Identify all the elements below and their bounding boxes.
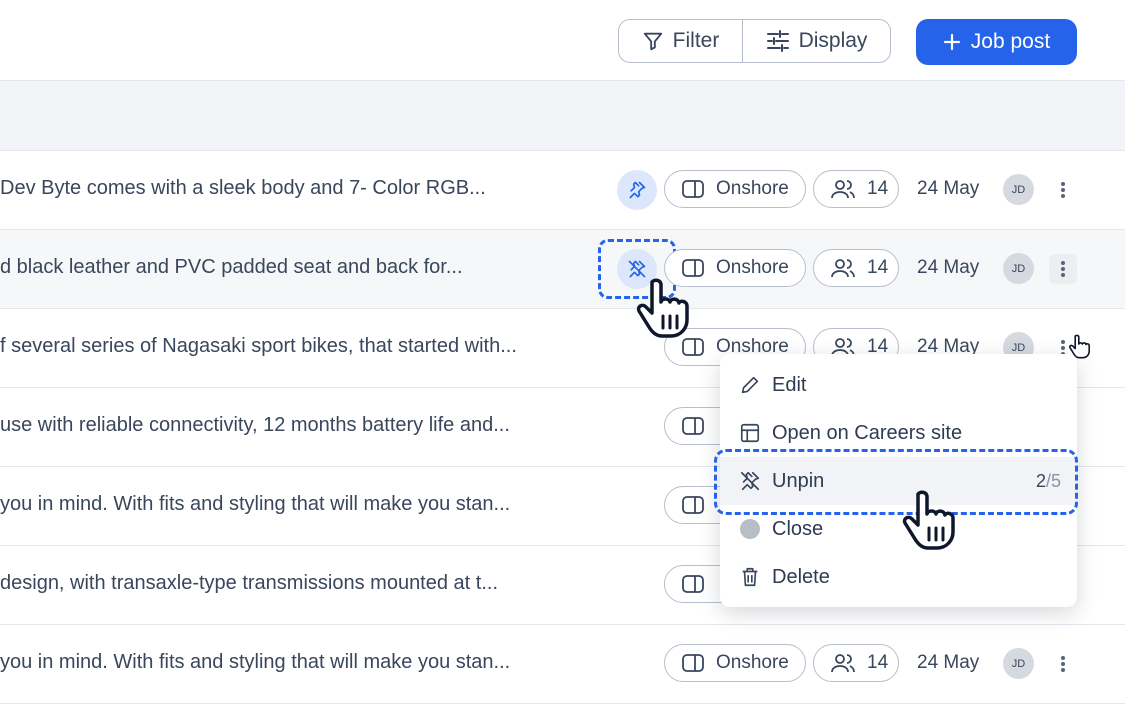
row-description: you in mind. With fits and styling that … [0, 493, 511, 515]
layout-icon [738, 422, 762, 444]
menu-item-label: Edit [772, 373, 807, 396]
location-icon [682, 574, 704, 594]
row-menu-button[interactable] [1049, 254, 1077, 284]
menu-item-edit[interactable]: Edit [720, 361, 1077, 409]
applicants-tag: 14 [813, 170, 899, 208]
kebab-icon [1060, 655, 1066, 673]
hand-cursor-icon [900, 488, 960, 552]
location-icon [682, 495, 704, 515]
sliders-icon [766, 30, 790, 52]
avatar: JD [1003, 648, 1034, 679]
job-post-label: Job post [970, 30, 1051, 53]
row-description: Dev Byte comes with a sleek body and 7- … [0, 177, 486, 199]
row-date: 24 May [917, 178, 980, 199]
pencil-icon [738, 374, 762, 396]
avatar: JD [1003, 174, 1034, 205]
menu-item-label: Close [772, 517, 824, 540]
menu-item-label: Open on Careers site [772, 421, 963, 444]
location-label: Onshore [716, 652, 789, 673]
filter-button[interactable]: Filter [619, 20, 743, 62]
pin-button[interactable] [617, 170, 657, 210]
location-icon [682, 653, 704, 673]
location-label: Onshore [716, 178, 789, 199]
unpin-focus-outline [714, 449, 1078, 515]
applicants-count: 14 [867, 257, 889, 278]
location-icon [682, 337, 704, 357]
location-tag: Onshore [664, 170, 806, 208]
applicants-tag: 14 [813, 644, 899, 682]
trash-icon [738, 566, 762, 588]
menu-item-label: Delete [772, 565, 830, 588]
table-row[interactable]: d black leather and PVC padded seat and … [0, 230, 1125, 309]
plus-icon [943, 33, 961, 51]
status-dot-icon [738, 519, 762, 539]
users-icon [831, 653, 855, 673]
table-row[interactable]: you in mind. With fits and styling that … [0, 625, 1125, 704]
applicants-tag: 14 [813, 249, 899, 287]
display-label: Display [798, 29, 868, 52]
users-icon [831, 179, 855, 199]
hand-cursor-icon [634, 276, 694, 340]
top-toolbar: Filter Display Job post [0, 0, 1125, 81]
location-tag: Onshore [664, 644, 806, 682]
small-hand-cursor-icon [1068, 333, 1092, 360]
filter-icon [642, 30, 664, 52]
display-button[interactable]: Display [743, 20, 890, 62]
table-header [0, 81, 1125, 151]
location-icon [682, 416, 704, 436]
row-menu-button[interactable] [1049, 649, 1077, 679]
applicants-count: 14 [867, 652, 889, 673]
avatar: JD [1003, 253, 1034, 284]
pin-icon [627, 180, 647, 200]
applicants-count: 14 [867, 178, 889, 199]
table-row[interactable]: Dev Byte comes with a sleek body and 7- … [0, 151, 1125, 230]
row-date: 24 May [917, 652, 980, 673]
row-description: d black leather and PVC padded seat and … [0, 256, 463, 278]
job-post-button[interactable]: Job post [916, 19, 1077, 65]
row-menu-button[interactable] [1049, 175, 1077, 205]
kebab-icon [1060, 260, 1066, 278]
row-description: design, with transaxle-type transmission… [0, 572, 499, 594]
users-icon [831, 258, 855, 278]
filter-display-group: Filter Display [618, 19, 891, 63]
menu-item-delete[interactable]: Delete [720, 553, 1077, 601]
row-description: use with reliable connectivity, 12 month… [0, 414, 510, 436]
row-date: 24 May [917, 257, 980, 278]
row-description: f several series of Nagasaki sport bikes… [0, 335, 517, 357]
filter-label: Filter [672, 29, 720, 52]
kebab-icon [1060, 181, 1066, 199]
row-description: you in mind. With fits and styling that … [0, 651, 511, 673]
location-icon [682, 179, 704, 199]
location-icon [682, 258, 704, 278]
location-label: Onshore [716, 257, 789, 278]
